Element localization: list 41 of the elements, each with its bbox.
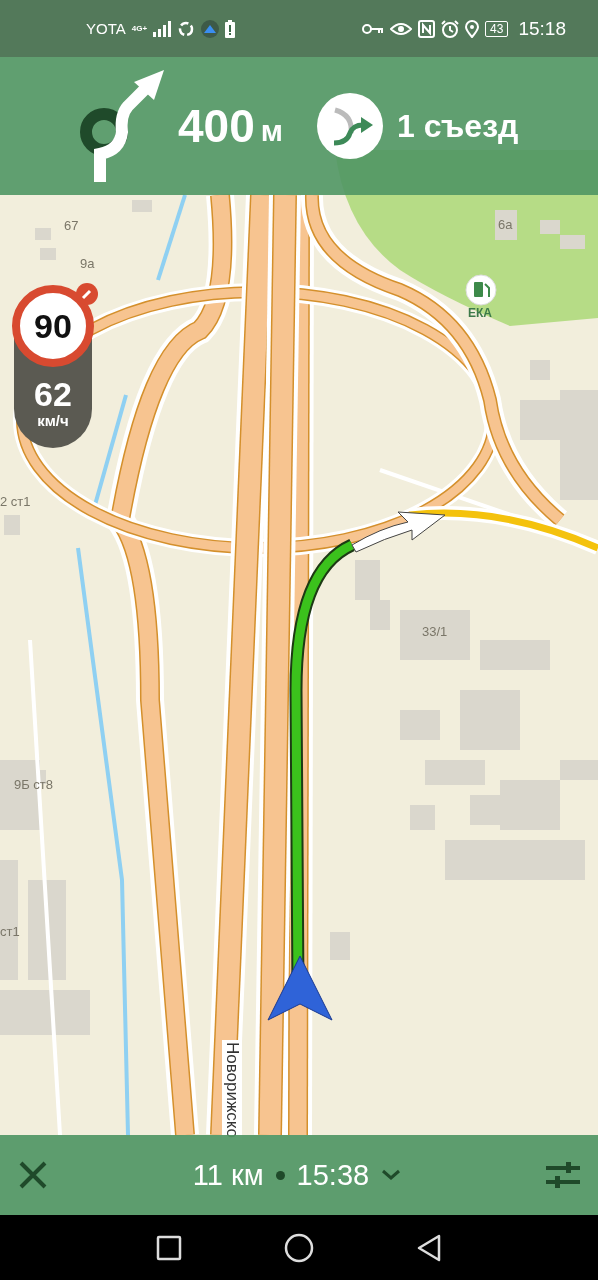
speed-unit: км/ч: [36, 412, 70, 429]
network-type: 4G+: [131, 24, 148, 33]
navigation-arrow-icon: [267, 955, 333, 1021]
battery-level: 43: [485, 20, 509, 37]
separator-dot: [275, 1170, 285, 1180]
street-name: Новорижско: [222, 1040, 242, 1140]
edit-icon[interactable]: [76, 283, 98, 305]
location-icon: [465, 19, 480, 38]
clock-time: 15:18: [518, 17, 566, 40]
nfc-icon: [418, 19, 436, 38]
distance-unit: м: [260, 114, 283, 148]
poi-label: ЕКА: [468, 306, 492, 320]
chevron-down-icon[interactable]: [381, 1169, 402, 1181]
sync-icon: [177, 19, 196, 38]
app-icon: [201, 19, 220, 38]
building-number: 6а: [498, 217, 513, 232]
key-icon: [362, 22, 385, 35]
settings-icon[interactable]: [546, 1162, 580, 1188]
building-number: 33/1: [422, 624, 448, 639]
building-number: 9а: [80, 256, 95, 271]
carrier-name: YOTA: [86, 20, 126, 37]
fuel-station-icon: [465, 274, 497, 306]
exit-number: 1 съезд: [396, 107, 519, 145]
arrival-time: 15:38: [296, 1158, 370, 1192]
maneuver-distance: 400: [178, 99, 255, 153]
building-number: ст1: [0, 924, 20, 939]
roundabout-turn-icon: [80, 70, 166, 182]
close-icon[interactable]: [18, 1160, 48, 1190]
remaining-distance: 11 км: [192, 1158, 264, 1192]
building-number: 67: [64, 218, 79, 233]
recents-icon[interactable]: [156, 1234, 182, 1261]
current-speed: 62: [33, 375, 73, 414]
building-number: 2 ст1: [0, 494, 31, 509]
home-icon[interactable]: [284, 1232, 314, 1263]
building-number: 9Б ст8: [14, 777, 54, 792]
roundabout-exit-icon: [316, 93, 383, 159]
back-icon[interactable]: [416, 1233, 442, 1262]
alarm-icon: [441, 19, 460, 38]
eye-icon: [390, 21, 413, 36]
signal-icon: [153, 20, 172, 37]
battery-alert-icon: [225, 19, 236, 38]
